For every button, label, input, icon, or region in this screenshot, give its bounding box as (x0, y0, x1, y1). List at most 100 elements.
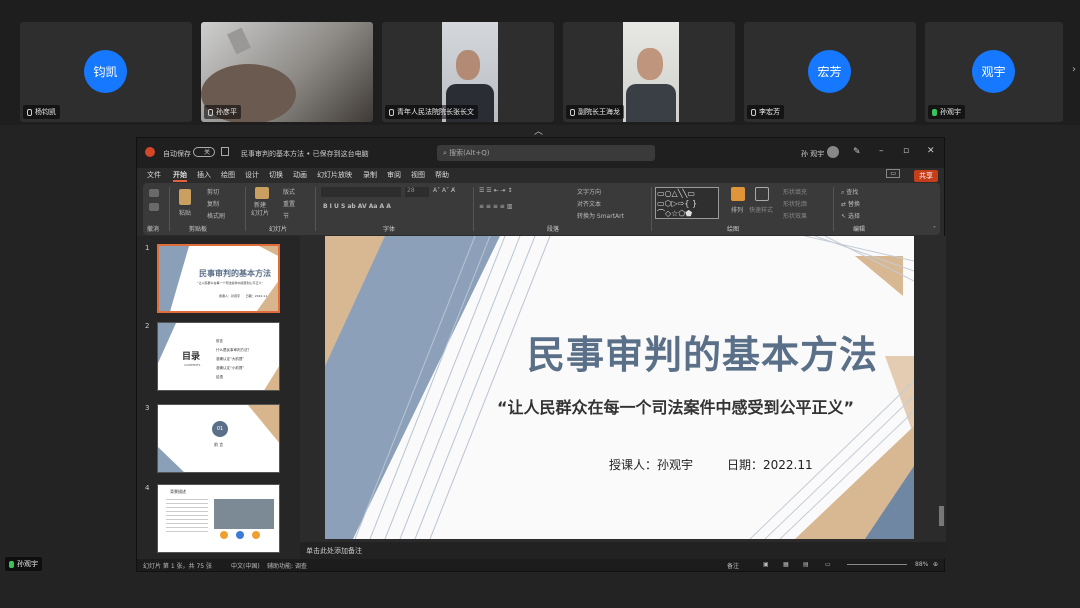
language-indicator[interactable]: 中文(中国) (231, 561, 260, 570)
quick-styles-button[interactable]: 快速样式 (749, 205, 773, 214)
font-size-input[interactable]: 28 (405, 187, 429, 197)
slide-title[interactable]: 民事审判的基本方法 (527, 324, 878, 379)
slide-decoration (325, 236, 914, 539)
find-button[interactable]: ⌕ 查找 (841, 187, 858, 197)
format-painter-button[interactable]: 格式刷 (207, 211, 225, 220)
thumb-title: 背景描述 (170, 489, 186, 494)
slide-thumbnail-2[interactable]: 目录 CONTENTS 前言 什么是民事审判方法？ 准确认定“大前提” 准确认定… (157, 322, 280, 391)
mic-icon (751, 108, 756, 116)
copy-button[interactable]: 复制 (207, 199, 219, 208)
participant-name: 青年人民法院院长张长文 (397, 108, 474, 116)
shape-effects-button[interactable]: 形状效果 (783, 211, 807, 220)
search-input[interactable]: ⌕ 搜索(Alt+Q) (437, 145, 655, 161)
new-slide-icon[interactable] (255, 187, 269, 199)
shape-outline-button[interactable]: 形状轮廓 (783, 199, 807, 208)
participant-tile[interactable]: 观宇 孙观宇 (925, 22, 1063, 122)
tab-transitions[interactable]: 切换 (269, 170, 283, 180)
collapse-ribbon-icon[interactable]: ˅ (933, 226, 936, 233)
group-slides: 幻灯片 (269, 226, 288, 233)
zoom-slider[interactable] (847, 564, 907, 565)
font-name-input[interactable] (321, 187, 401, 197)
normal-view-icon[interactable]: ▣ (763, 561, 769, 568)
chevron-up-icon[interactable]: ︿ (534, 124, 543, 137)
share-button[interactable]: 共享 (914, 170, 938, 182)
user-name[interactable]: 孙 观宇 (801, 149, 824, 159)
slide-lecturer[interactable]: 授课人：孙观宇 (609, 456, 693, 473)
ribbon-tabs: 文件 开始 插入 绘图 设计 切换 动画 幻灯片放映 录制 审阅 视图 帮助 ▭… (137, 168, 944, 183)
slide-counter: 幻灯片 第 1 张，共 75 张 (143, 563, 212, 570)
undo-icon[interactable] (149, 189, 159, 197)
list-buttons[interactable]: ☰ ☰ ⇤ ⇥ ↕ (479, 187, 512, 194)
zoom-level[interactable]: 88% (915, 561, 928, 568)
align-buttons[interactable]: ≡ ≡ ≡ ≡ ▥ (479, 203, 512, 210)
tab-animations[interactable]: 动画 (293, 170, 307, 180)
new-slide-button[interactable]: 新建 幻灯片 (251, 202, 269, 218)
paste-icon[interactable] (179, 189, 191, 205)
slide-number: 4 (145, 484, 150, 492)
tab-insert[interactable]: 插入 (197, 170, 211, 180)
slide-thumbnail-4[interactable]: 背景描述 (157, 484, 280, 553)
save-icon[interactable] (221, 147, 229, 156)
quick-styles-icon[interactable] (755, 187, 769, 201)
font-format-buttons[interactable]: B I U S ab AV Aa A A (323, 203, 391, 210)
document-title[interactable]: 民事审判的基本方法 • 已保存到这台电脑 (241, 149, 369, 159)
grow-font-icon[interactable]: A˄ A˅ A̸ (433, 187, 455, 194)
sorter-view-icon[interactable]: ▦ (783, 561, 789, 568)
participant-tile[interactable]: 宏芳 李宏芳 (744, 22, 916, 122)
fit-slide-icon[interactable]: ⊕ (933, 561, 938, 568)
participant-tile[interactable]: 孙彦平 (201, 22, 373, 122)
participant-tile[interactable]: 钧凯 杨钧凯 (20, 22, 192, 122)
restore-icon[interactable]: ▫ (903, 146, 909, 156)
autosave-toggle[interactable]: 关 (193, 147, 215, 157)
pen-icon[interactable]: ✎ (853, 147, 861, 157)
chevron-right-icon[interactable]: › (1072, 64, 1076, 75)
user-avatar[interactable] (827, 146, 839, 158)
reading-view-icon[interactable]: ▤ (803, 561, 809, 568)
align-text-button[interactable]: 对齐文本 (577, 199, 601, 208)
participant-strip: 钧凯 杨钧凯 孙彦平 青年人民法院院长张长文 副院长王海龙 宏芳 李宏芳 观宇 … (0, 0, 1080, 125)
tab-help[interactable]: 帮助 (435, 170, 449, 180)
paste-button[interactable]: 粘贴 (179, 208, 191, 217)
tab-draw[interactable]: 绘图 (221, 170, 235, 180)
section-button[interactable]: 节 (283, 211, 289, 220)
notes-input[interactable]: 单击此处添加备注 (300, 542, 946, 559)
redo-icon[interactable] (149, 203, 159, 211)
participant-tile[interactable]: 副院长王海龙 (563, 22, 735, 122)
slide-subtitle[interactable]: “让人民群众在每一个司法案件中感受到公平正义” (497, 394, 854, 418)
close-icon[interactable]: ✕ (927, 146, 935, 156)
vertical-scrollbar[interactable] (939, 506, 944, 526)
replace-button[interactable]: ⇄ 替换 (841, 199, 860, 208)
cut-button[interactable]: 剪切 (207, 187, 219, 196)
select-button[interactable]: ↖ 选择 (841, 211, 860, 220)
minimize-icon[interactable]: – (879, 146, 884, 156)
participant-name: 李宏芳 (759, 108, 780, 116)
shapes-gallery[interactable]: ▭○△╲╲▭ ▭⬡▷⇨{ } ⌒◇☆⬠⬟ (655, 187, 719, 219)
slide-thumbnail-pane: 1 民事审判的基本方法 “让人民群众在每一个司法案件中感受到公平正义” 授课人：… (137, 236, 300, 559)
notes-toggle[interactable]: 备注 (727, 561, 739, 570)
slide-thumbnail-1[interactable]: 民事审判的基本方法 “让人民群众在每一个司法案件中感受到公平正义” 授课人：孙观… (157, 244, 280, 313)
shape-fill-button[interactable]: 形状填充 (783, 187, 807, 196)
main-slide[interactable]: 民事审判的基本方法 “让人民群众在每一个司法案件中感受到公平正义” 授课人：孙观… (325, 236, 914, 539)
slideshow-icon[interactable]: ▭ (825, 561, 831, 568)
accessibility-indicator[interactable]: 辅助功能: 调查 (267, 561, 307, 570)
tab-slideshow[interactable]: 幻灯片放映 (317, 170, 352, 180)
tab-view[interactable]: 视图 (411, 170, 425, 180)
arrange-button[interactable]: 排列 (731, 205, 743, 214)
layout-button[interactable]: 版式 (283, 187, 295, 196)
tab-file[interactable]: 文件 (147, 170, 161, 180)
slide-thumbnail-3[interactable]: 01 前 言 (157, 404, 280, 473)
text-direction-button[interactable]: 文字方向 (577, 187, 601, 196)
tab-review[interactable]: 审阅 (387, 170, 401, 180)
smartart-button[interactable]: 转换为 SmartArt (577, 211, 624, 220)
comments-icon[interactable]: ▭ (886, 169, 900, 178)
mic-icon (27, 108, 32, 116)
group-clipboard: 剪贴板 (189, 226, 208, 233)
arrange-icon[interactable] (731, 187, 745, 201)
tab-design[interactable]: 设计 (245, 170, 259, 180)
tab-record[interactable]: 录制 (363, 170, 377, 180)
reset-button[interactable]: 重置 (283, 199, 295, 208)
participant-tile[interactable]: 青年人民法院院长张长文 (382, 22, 554, 122)
slide-date[interactable]: 日期：2022.11 (727, 456, 813, 473)
self-name-badge: 孙观宇 (5, 557, 42, 571)
tab-home[interactable]: 开始 (173, 170, 187, 182)
